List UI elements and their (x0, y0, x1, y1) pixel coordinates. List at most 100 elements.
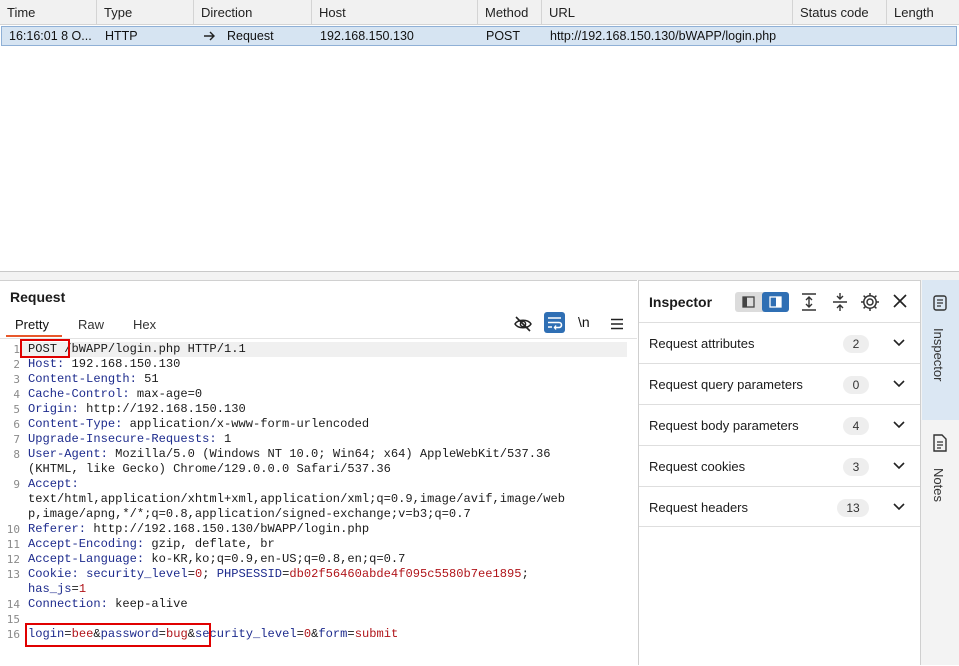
cell-time: 16:16:01 8 O... (9, 29, 92, 43)
column-header-time[interactable]: Time (0, 0, 97, 25)
expand-all-icon[interactable] (799, 291, 819, 313)
header-key: Accept: (28, 477, 79, 491)
word-wrap-toggle[interactable] (544, 312, 565, 333)
inspector-section-cookies[interactable]: Request cookies 3 (639, 445, 920, 486)
header-key: User-Agent: (28, 447, 108, 461)
show-newlines-button[interactable]: \n (578, 314, 590, 330)
column-header-host[interactable]: Host (312, 0, 478, 25)
header-line: Content-Type: application/x-www-form-url… (28, 417, 369, 432)
table-row[interactable]: 16:16:01 8 O... HTTP Request 192.168.150… (1, 26, 957, 46)
chevron-down-icon (893, 339, 905, 347)
cell-url: http://192.168.150.130/bWAPP/login.php (550, 29, 777, 43)
header-line: Accept-Encoding: gzip, deflate, br (28, 537, 275, 552)
request-pane: Request Pretty Raw Hex \n 1 2 3 4 5 6 7 … (0, 280, 637, 665)
section-label: Request attributes (649, 336, 755, 351)
separator: ; (202, 567, 217, 581)
inspector-section-request-attributes[interactable]: Request attributes 2 (639, 322, 920, 363)
column-header-type[interactable]: Type (97, 0, 194, 25)
cell-host: 192.168.150.130 (320, 29, 414, 43)
settings-gear-icon[interactable] (859, 291, 881, 313)
count-badge: 4 (843, 417, 869, 435)
line-number: 14 (6, 598, 20, 611)
table-header: Time Type Direction Host Method URL Stat… (0, 0, 959, 25)
header-line: Content-Length: 51 (28, 372, 159, 387)
inspector-section-headers[interactable]: Request headers 13 (639, 486, 920, 527)
line-number: 1 (13, 343, 20, 356)
param-name: form (318, 627, 348, 641)
header-key: Content-Type: (28, 417, 123, 431)
count-badge: 2 (843, 335, 869, 353)
line-number: 2 (13, 358, 20, 371)
header-value: http://192.168.150.130/bWAPP/login.php (86, 522, 370, 536)
wrap-lines-icon (548, 317, 563, 330)
inspector-section-query-parameters[interactable]: Request query parameters 0 (639, 363, 920, 404)
header-value: text/html,application/xhtml+xml,applicat… (28, 492, 566, 506)
header-value: 51 (136, 372, 159, 386)
direction-label: Request (227, 29, 274, 43)
count-badge: 3 (843, 458, 869, 476)
side-rail: Inspector Notes (920, 280, 959, 665)
equals-sign: = (347, 627, 355, 641)
header-key: Upgrade-Insecure-Requests: (28, 432, 217, 446)
rail-tab-label: Inspector (931, 328, 946, 382)
header-line: Cache-Control: max-age=0 (28, 387, 202, 402)
method-highlight-box (20, 339, 70, 358)
rail-tab-inspector[interactable]: Inspector (922, 280, 959, 420)
layout-toggle (735, 292, 789, 312)
tab-raw[interactable]: Raw (78, 315, 104, 337)
layout-side-icon[interactable] (762, 292, 789, 312)
menu-icon[interactable] (606, 313, 628, 335)
section-label: Request headers (649, 500, 749, 515)
header-value: Mozilla/5.0 (Windows NT 10.0; Win64; x64… (107, 447, 551, 461)
header-value: keep-alive (107, 597, 188, 611)
cookie-line: Cookie: security_level=0; PHPSESSID=db02… (28, 567, 529, 582)
arrow-right-icon (204, 31, 215, 41)
layout-vertical-icon[interactable] (735, 292, 762, 312)
line-number: 11 (6, 538, 20, 551)
header-key: Accept-Language: (28, 552, 145, 566)
column-header-url[interactable]: URL (542, 0, 793, 25)
header-line-continued: (KHTML, like Gecko) Chrome/129.0.0.0 Saf… (28, 462, 391, 477)
hide-eye-icon[interactable] (512, 313, 534, 335)
column-header-method[interactable]: Method (478, 0, 542, 25)
header-key: Connection: (28, 597, 108, 611)
chevron-down-icon (893, 380, 905, 388)
header-line: Accept: (28, 477, 79, 492)
section-label: Request query parameters (649, 377, 803, 392)
header-key: Host: (28, 357, 65, 371)
header-value: gzip, deflate, br (144, 537, 275, 551)
tab-hex[interactable]: Hex (133, 315, 156, 337)
rail-tab-notes[interactable]: Notes (922, 422, 959, 522)
credentials-highlight-box (25, 623, 211, 647)
line-number: 7 (13, 433, 20, 446)
cookie-name: has_js (28, 582, 72, 596)
proxy-history-table: Time Type Direction Host Method URL Stat… (0, 0, 959, 272)
close-icon[interactable] (891, 292, 909, 310)
header-line-continued: text/html,application/xhtml+xml,applicat… (28, 492, 565, 507)
equals-sign: = (296, 627, 304, 641)
header-value: ko-KR,ko;q=0.9,en-US;q=0.8,en;q=0.7 (144, 552, 406, 566)
cookie-line-continued: has_js=1 (28, 582, 86, 597)
header-value: http://192.168.150.130 (78, 402, 246, 416)
cookie-value: db02f56460abde4f095c5580b7ee1895 (289, 567, 522, 581)
header-line: Upgrade-Insecure-Requests: 1 (28, 432, 231, 447)
column-header-status-code[interactable]: Status code (793, 0, 887, 25)
column-header-length[interactable]: Length (887, 0, 959, 25)
section-label: Request body parameters (649, 418, 799, 433)
cell-length (888, 27, 958, 45)
header-value: 192.168.150.130 (64, 357, 181, 371)
header-line: Host: 192.168.150.130 (28, 357, 180, 372)
count-badge: 0 (843, 376, 869, 394)
pane-splitter[interactable] (0, 272, 959, 280)
count-badge: 13 (837, 499, 869, 517)
request-editor[interactable]: 1 2 3 4 5 6 7 8 9 10 11 12 13 14 15 16 P… (0, 338, 637, 666)
header-line: Connection: keep-alive (28, 597, 188, 612)
collapse-all-icon[interactable] (830, 291, 850, 313)
inspector-section-body-parameters[interactable]: Request body parameters 4 (639, 404, 920, 445)
column-header-direction[interactable]: Direction (194, 0, 312, 25)
tab-pretty[interactable]: Pretty (6, 315, 62, 337)
cell-status-code (794, 27, 888, 45)
header-value: (KHTML, like Gecko) Chrome/129.0.0.0 Saf… (28, 462, 391, 476)
chevron-down-icon (893, 421, 905, 429)
header-line: Accept-Language: ko-KR,ko;q=0.9,en-US;q=… (28, 552, 405, 567)
